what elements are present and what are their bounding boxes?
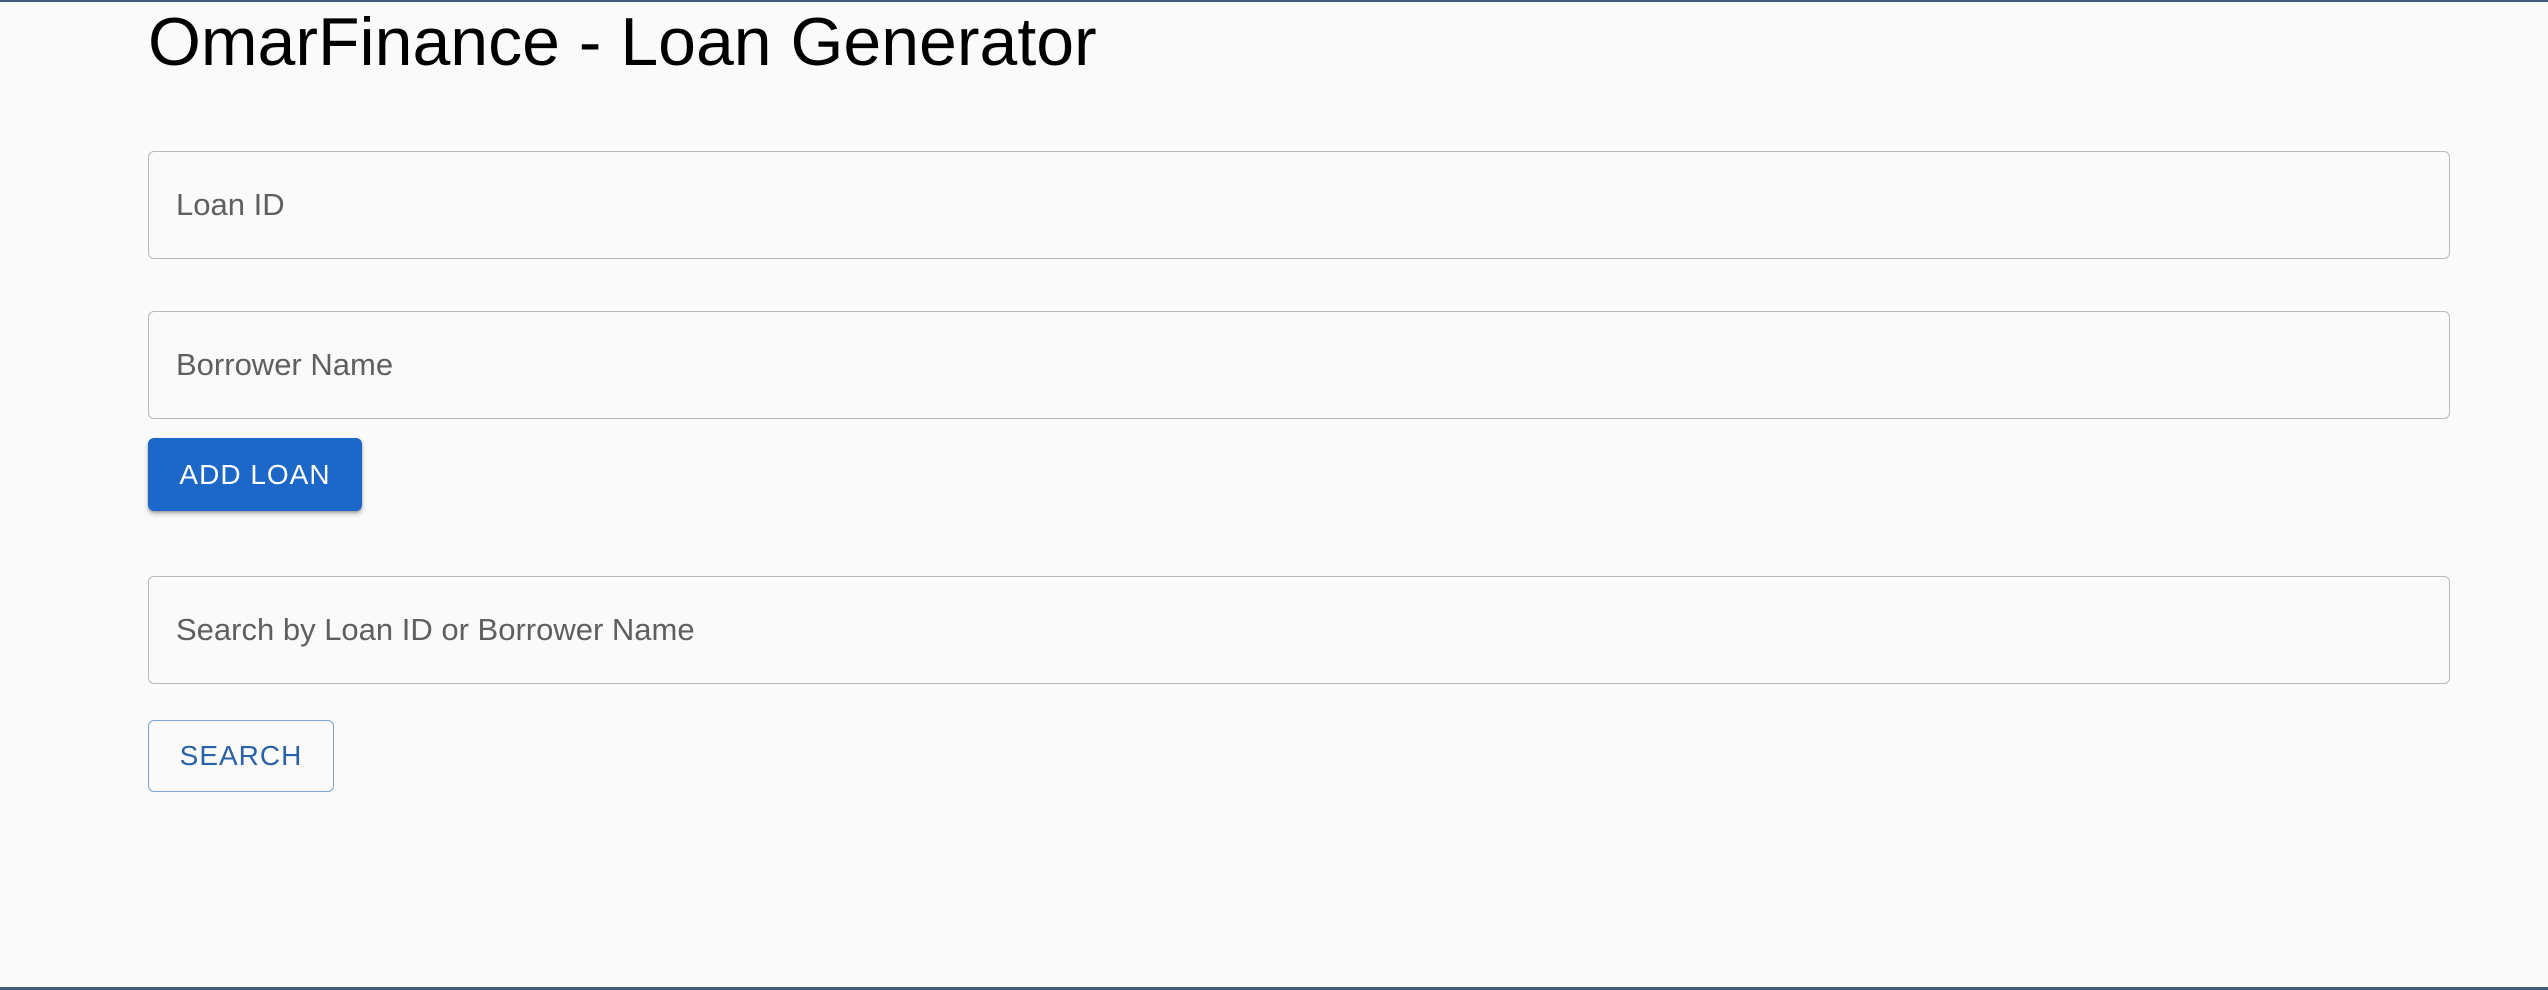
add-loan-button[interactable]: ADD LOAN — [148, 438, 362, 511]
loan-id-field[interactable] — [148, 151, 2450, 259]
borrower-name-input[interactable] — [149, 312, 2449, 418]
search-field[interactable] — [148, 576, 2450, 684]
page-title: OmarFinance - Loan Generator — [148, 4, 1097, 80]
search-input[interactable] — [149, 577, 2449, 683]
search-button[interactable]: SEARCH — [148, 720, 334, 792]
loan-id-input[interactable] — [149, 152, 2449, 258]
borrower-name-field[interactable] — [148, 311, 2450, 419]
